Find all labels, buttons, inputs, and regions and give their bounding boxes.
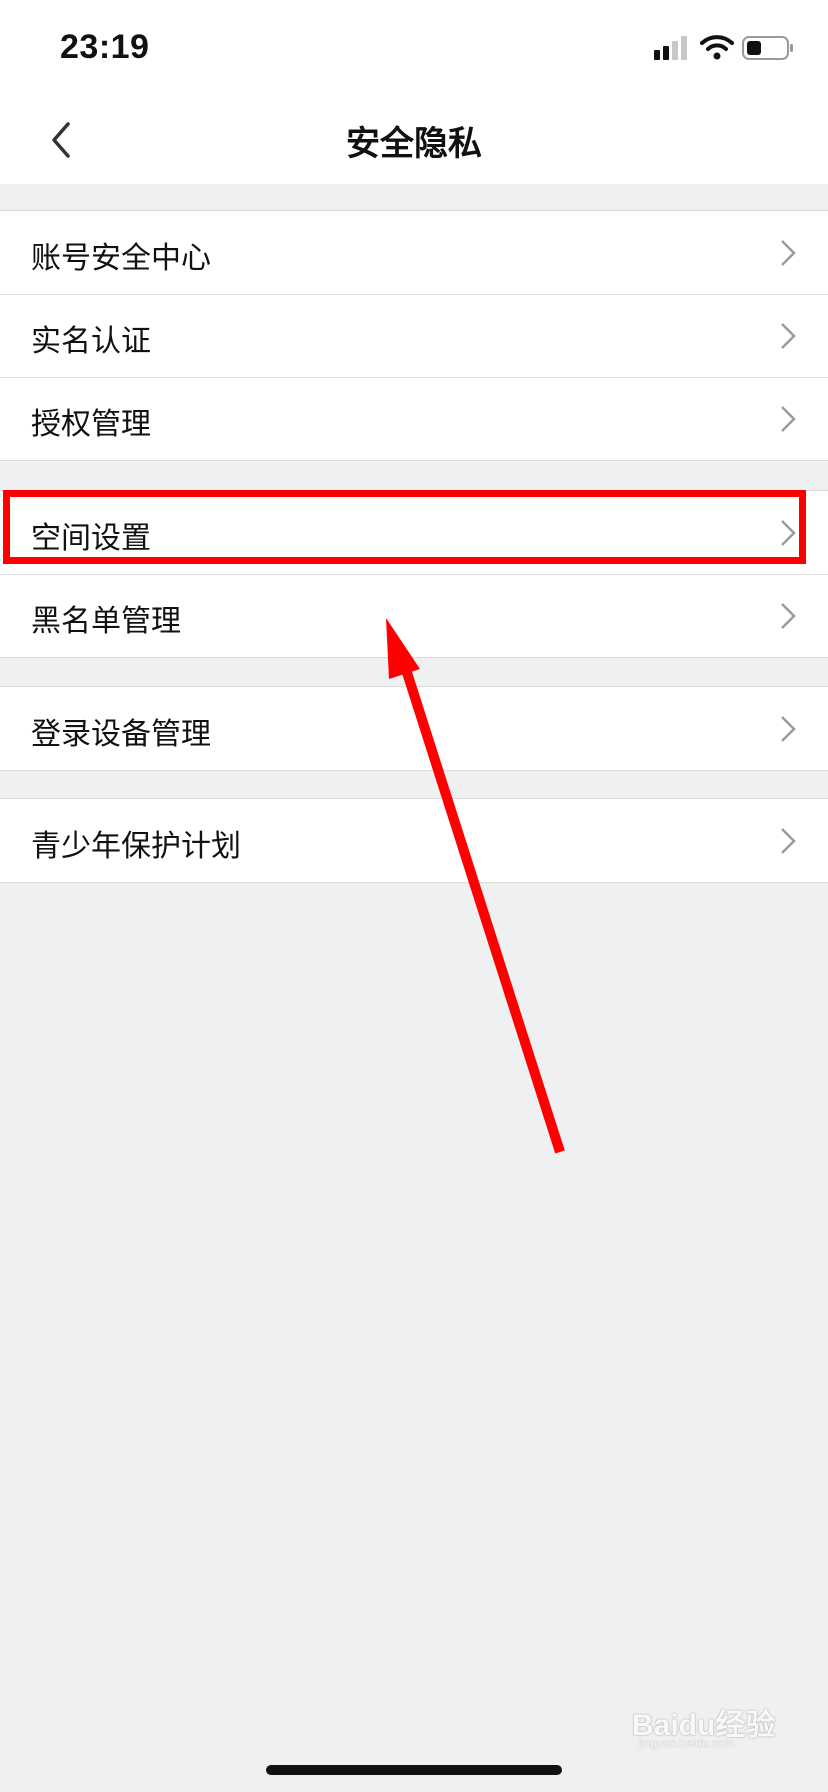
settings-item-space-settings[interactable]: 空间设置 — [0, 491, 828, 574]
settings-item-label: 青少年保护计划 — [31, 829, 241, 864]
chevron-right-icon — [781, 716, 796, 742]
settings-group-youth: 青少年保护计划 — [0, 798, 828, 883]
chevron-right-icon — [781, 240, 796, 266]
home-indicator[interactable] — [266, 1765, 562, 1775]
wifi-icon — [700, 35, 734, 60]
signal-icon — [654, 36, 687, 60]
battery-icon — [742, 36, 793, 60]
settings-group-space: 空间设置 黑名单管理 — [0, 490, 828, 658]
settings-item-authorization[interactable]: 授权管理 — [0, 377, 828, 460]
watermark-url: jingyan.baidu.com — [638, 1736, 735, 1750]
settings-item-label: 空间设置 — [31, 521, 151, 556]
settings-item-label: 账号安全中心 — [31, 241, 211, 276]
settings-item-label: 登录设备管理 — [31, 717, 211, 752]
settings-item-login-devices[interactable]: 登录设备管理 — [0, 687, 828, 770]
chevron-right-icon — [781, 406, 796, 432]
page-title: 安全隐私 — [346, 124, 482, 164]
settings-group-devices: 登录设备管理 — [0, 686, 828, 771]
chevron-right-icon — [781, 603, 796, 629]
settings-item-label: 授权管理 — [31, 407, 151, 442]
nav-bar: 安全隐私 — [0, 96, 828, 184]
settings-item-blacklist[interactable]: 黑名单管理 — [0, 574, 828, 657]
status-time: 23:19 — [60, 28, 150, 66]
settings-item-youth-protection[interactable]: 青少年保护计划 — [0, 799, 828, 882]
settings-item-label: 实名认证 — [31, 324, 151, 359]
chevron-right-icon — [781, 323, 796, 349]
status-bar: 23:19 — [0, 0, 828, 96]
settings-item-account-security-center[interactable]: 账号安全中心 — [0, 211, 828, 294]
settings-group-account: 账号安全中心 实名认证 授权管理 — [0, 210, 828, 461]
settings-item-label: 黑名单管理 — [31, 604, 181, 639]
chevron-right-icon — [781, 520, 796, 546]
chevron-right-icon — [781, 828, 796, 854]
settings-item-real-name-auth[interactable]: 实名认证 — [0, 294, 828, 377]
